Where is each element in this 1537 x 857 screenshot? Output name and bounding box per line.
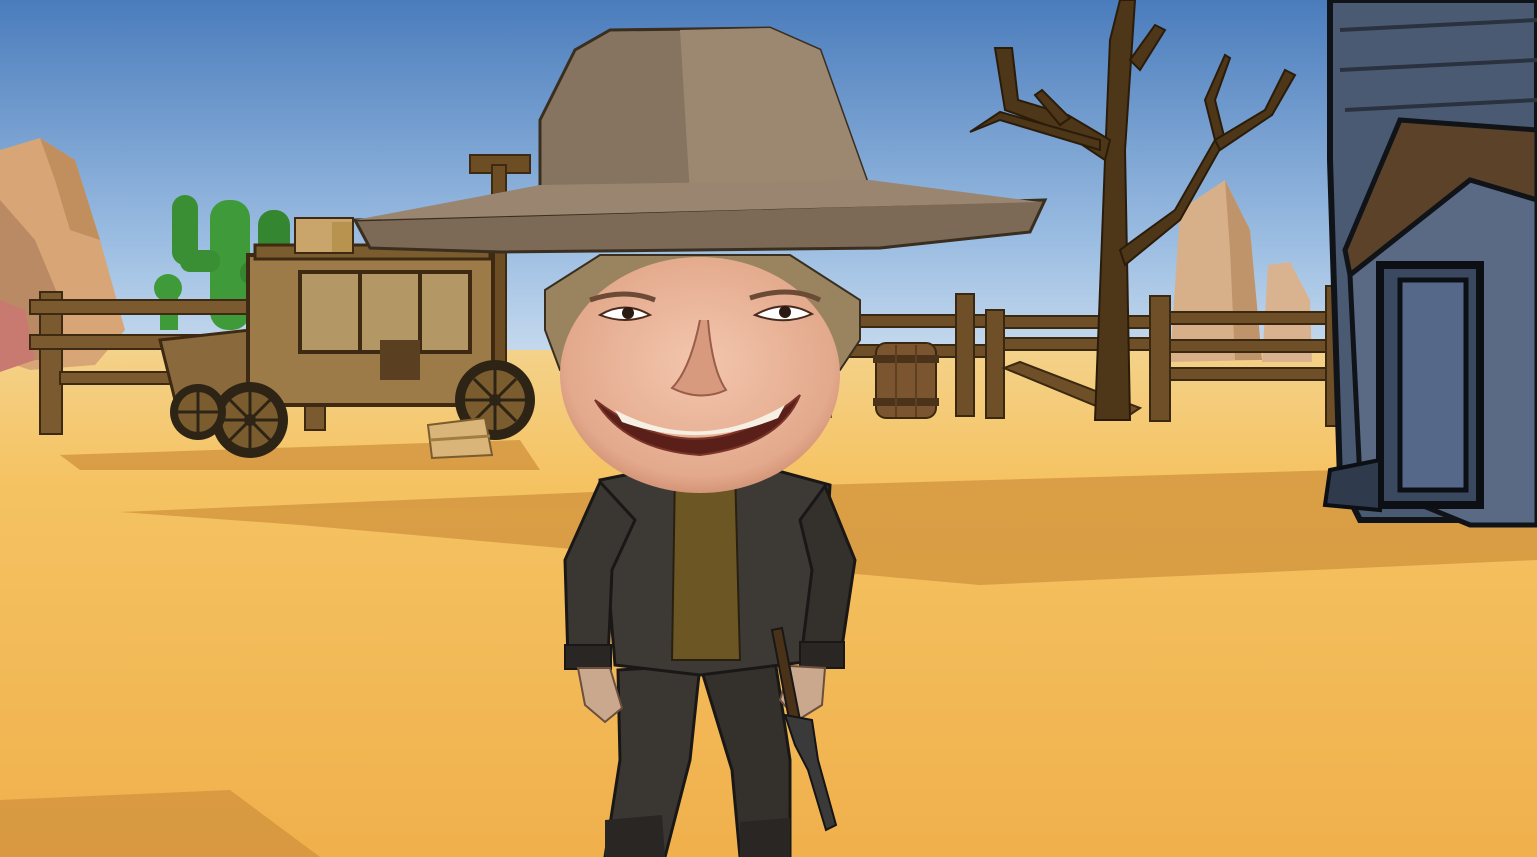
wooden-crate — [426, 416, 494, 460]
wagon-wheel — [170, 384, 226, 440]
scene-svg — [0, 0, 1537, 857]
game-viewport[interactable] — [0, 0, 1537, 857]
wooden-building — [1322, 0, 1537, 528]
